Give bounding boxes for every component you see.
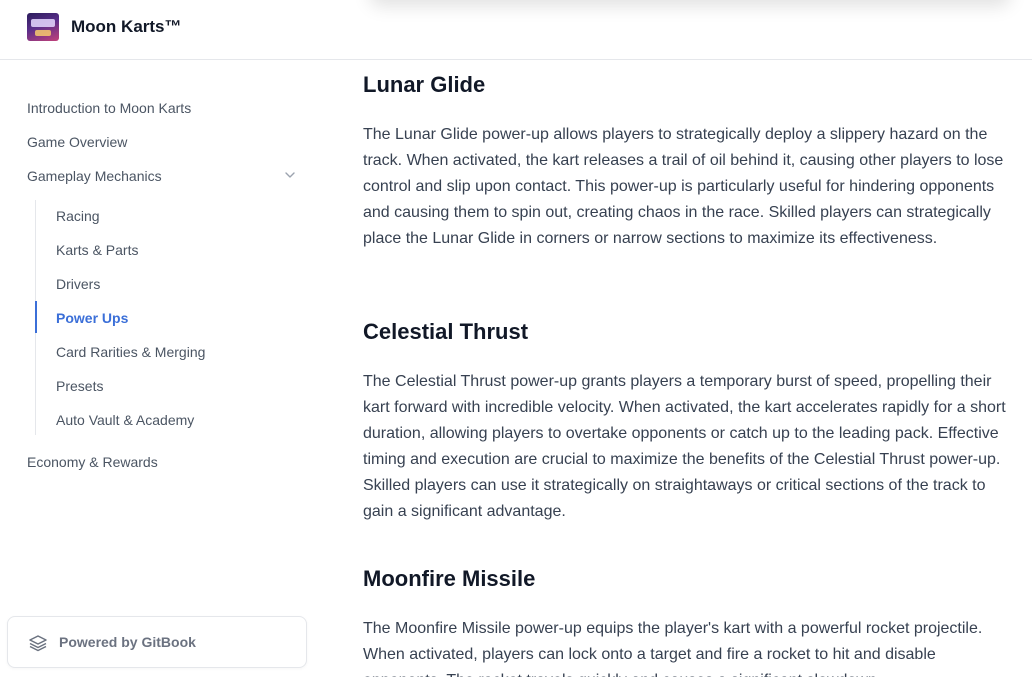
- sidebar-item-drivers[interactable]: Drivers: [56, 276, 100, 292]
- top-bar: Moon Karts™: [0, 0, 1032, 60]
- sidebar-item-card-rarities[interactable]: Card Rarities & Merging: [56, 344, 205, 360]
- paragraph-celestial-thrust: The Celestial Thrust power-up grants pla…: [363, 373, 1006, 520]
- paragraph-moonfire-missile: The Moonfire Missile power-up equips the…: [363, 620, 983, 677]
- subnav-active-indicator: [35, 301, 37, 333]
- heading-moonfire-missile: Moonfire Missile: [363, 566, 536, 591]
- sidebar-item-game-overview[interactable]: Game Overview: [27, 134, 127, 150]
- chevron-down-icon[interactable]: [283, 168, 297, 182]
- sidebar-item-auto-vault[interactable]: Auto Vault & Academy: [56, 412, 194, 428]
- sidebar-item-racing[interactable]: Racing: [56, 208, 100, 224]
- sidebar-item-karts-parts[interactable]: Karts & Parts: [56, 242, 138, 258]
- gitbook-label: Powered by GitBook: [59, 634, 196, 650]
- sidebar-item-gameplay-mechanics[interactable]: Gameplay Mechanics: [27, 168, 162, 184]
- site-title[interactable]: Moon Karts™: [71, 17, 182, 37]
- sidebar-item-economy-rewards[interactable]: Economy & Rewards: [27, 454, 158, 470]
- sidebar-item-power-ups[interactable]: Power Ups: [56, 310, 128, 326]
- heading-celestial-thrust: Celestial Thrust: [363, 319, 529, 344]
- powered-by-gitbook-button[interactable]: Powered by GitBook: [7, 616, 307, 668]
- gitbook-icon: [29, 635, 47, 652]
- paragraph-lunar-glide: The Lunar Glide power-up allows players …: [363, 126, 1004, 247]
- heading-lunar-glide: Lunar Glide: [363, 72, 486, 97]
- sidebar: Introduction to Moon Karts Game Overview…: [0, 60, 320, 677]
- moon-karts-logo-icon[interactable]: [27, 13, 59, 41]
- sidebar-item-introduction[interactable]: Introduction to Moon Karts: [27, 100, 191, 116]
- sidebar-item-presets[interactable]: Presets: [56, 378, 103, 394]
